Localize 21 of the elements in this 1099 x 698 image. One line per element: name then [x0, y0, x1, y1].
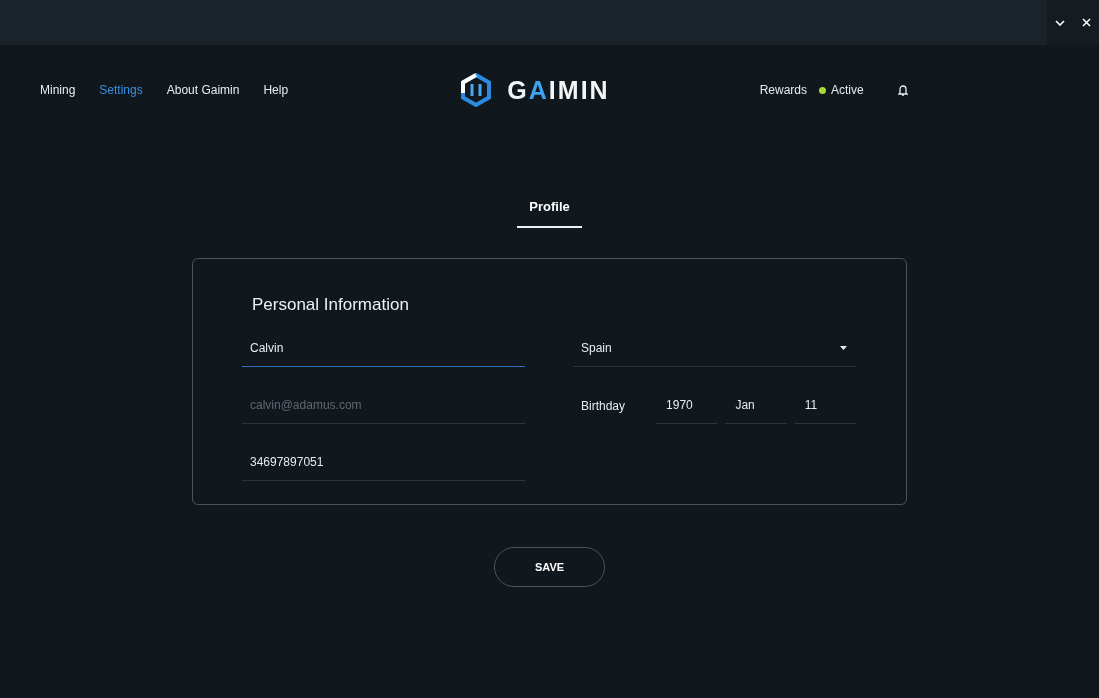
- rewards-link[interactable]: Rewards: [759, 83, 807, 97]
- country-select[interactable]: Spain: [573, 329, 856, 367]
- day-field[interactable]: 11: [794, 386, 856, 424]
- bell-icon[interactable]: [897, 84, 908, 96]
- logo-text: GAIMIN: [507, 75, 610, 105]
- nav-link[interactable]: About Gaimin: [166, 83, 240, 97]
- profile-tab[interactable]: Profile: [517, 185, 582, 228]
- status-text: Active: [831, 83, 864, 97]
- phone-field[interactable]: 34697897051: [242, 443, 525, 481]
- month-field[interactable]: Jan: [725, 386, 787, 424]
- hexagon-logo-icon: [461, 73, 492, 107]
- nav-link[interactable]: Help: [263, 83, 289, 97]
- name-field[interactable]: Calvin: [242, 329, 525, 367]
- chevron-down-icon: [1055, 19, 1065, 26]
- year-field[interactable]: 1970: [656, 386, 718, 424]
- close-icon: [1081, 18, 1091, 27]
- birthday-label: Birthday: [580, 399, 627, 415]
- nav-link[interactable]: Mining: [40, 83, 76, 97]
- caret-icon: [840, 345, 847, 350]
- section-title: Personal Information: [252, 295, 410, 315]
- nav-link[interactable]: Settings: [99, 83, 143, 97]
